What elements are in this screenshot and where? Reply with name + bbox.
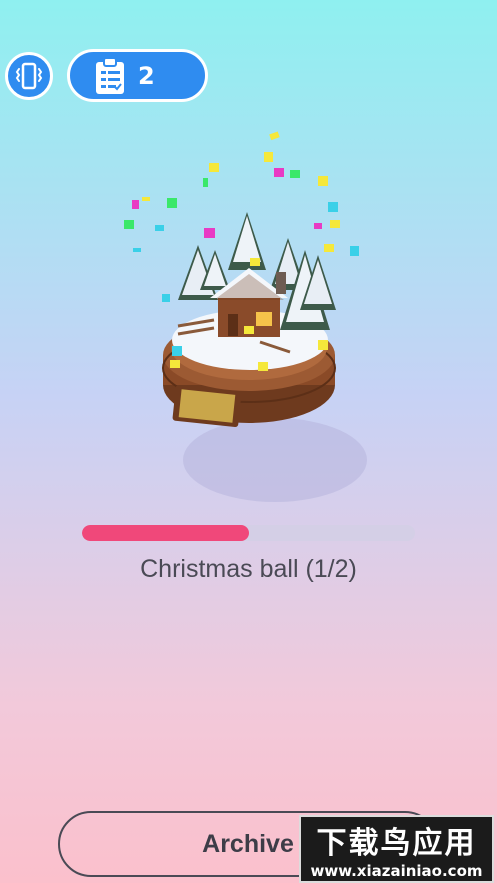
level-progress-fill bbox=[82, 525, 249, 541]
globe-shadow bbox=[183, 418, 367, 502]
level-progress-bar bbox=[82, 525, 415, 541]
archive-button-label: Archive bbox=[202, 829, 294, 858]
snow-globe-scene[interactable] bbox=[0, 0, 497, 520]
globe-plaque bbox=[172, 384, 242, 428]
watermark-url: www.xiazainiao.com bbox=[310, 862, 483, 880]
level-title: Christmas ball (1/2) bbox=[140, 555, 357, 583]
watermark-chinese-text: 下载鸟应用 bbox=[316, 826, 477, 861]
watermark-logo: 下载鸟应用 www.xiazainiao.com bbox=[299, 815, 494, 883]
